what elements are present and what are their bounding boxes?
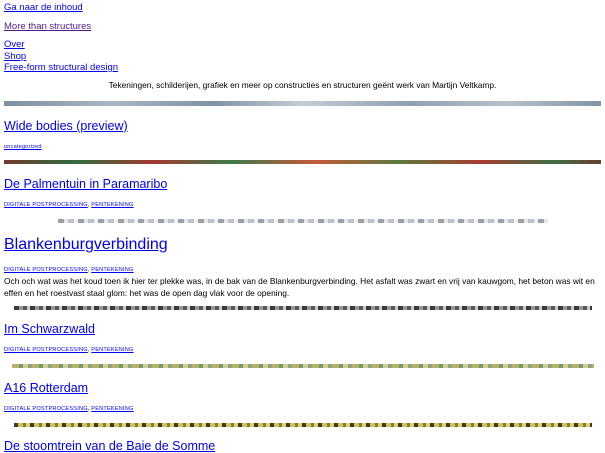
- post-title-stoomtrein[interactable]: De stoomtrein van de Baie de Somme: [4, 439, 215, 453]
- category-link[interactable]: DIGITALE POSTPROCESSING: [4, 202, 88, 208]
- category-link[interactable]: uncategorized: [4, 144, 42, 150]
- post-categories: DIGITALE POSTPROCESSING, PENTEKENING: [4, 347, 134, 353]
- post-title-wide-bodies[interactable]: Wide bodies (preview): [4, 119, 128, 133]
- post-title-im-schwarzwald[interactable]: Im Schwarzwald: [4, 322, 95, 336]
- category-link[interactable]: DIGITALE POSTPROCESSING: [4, 267, 88, 273]
- category-link[interactable]: PENTEKENING: [91, 406, 133, 412]
- post-categories: DIGITALE POSTPROCESSING, PENTEKENING: [4, 202, 134, 208]
- post-title-palmentuin[interactable]: De Palmentuin in Paramaribo: [4, 177, 167, 191]
- post-image-blankenburgverbinding[interactable]: [58, 219, 548, 223]
- category-link[interactable]: PENTEKENING: [91, 347, 133, 353]
- post-categories: DIGITALE POSTPROCESSING, PENTEKENING: [4, 267, 134, 273]
- main-navigation: Over Shop Free-form structural design: [4, 39, 118, 74]
- nav-item-over[interactable]: Over: [4, 39, 118, 51]
- category-link[interactable]: PENTEKENING: [91, 267, 133, 273]
- post-title-blankenburgverbinding[interactable]: Blankenburgverbinding: [4, 236, 168, 254]
- nav-item-free-form-structural-design[interactable]: Free-form structural design: [4, 62, 118, 74]
- site-description: Tekeningen, schilderijen, grafiek en mee…: [108, 80, 497, 90]
- post-image-wide-bodies[interactable]: [4, 101, 601, 106]
- post-image-stoomtrein[interactable]: [14, 423, 592, 427]
- site-title-link[interactable]: More than structures: [4, 21, 91, 32]
- post-excerpt: Och och wat was het koud toen ik hier te…: [4, 276, 595, 298]
- post-title-a16-rotterdam[interactable]: A16 Rotterdam: [4, 381, 88, 395]
- post-image-a16-rotterdam[interactable]: [12, 364, 594, 368]
- post-categories: uncategorized: [4, 144, 42, 150]
- category-link[interactable]: PENTEKENING: [91, 202, 133, 208]
- post-categories: DIGITALE POSTPROCESSING, PENTEKENING: [4, 406, 134, 412]
- category-link[interactable]: DIGITALE POSTPROCESSING: [4, 347, 88, 353]
- category-link[interactable]: DIGITALE POSTPROCESSING: [4, 406, 88, 412]
- post-image-im-schwarzwald[interactable]: [14, 306, 592, 310]
- nav-item-shop[interactable]: Shop: [4, 51, 118, 63]
- skip-to-content-link[interactable]: Ga naar de inhoud: [4, 2, 83, 13]
- post-image-palmentuin[interactable]: [4, 160, 601, 164]
